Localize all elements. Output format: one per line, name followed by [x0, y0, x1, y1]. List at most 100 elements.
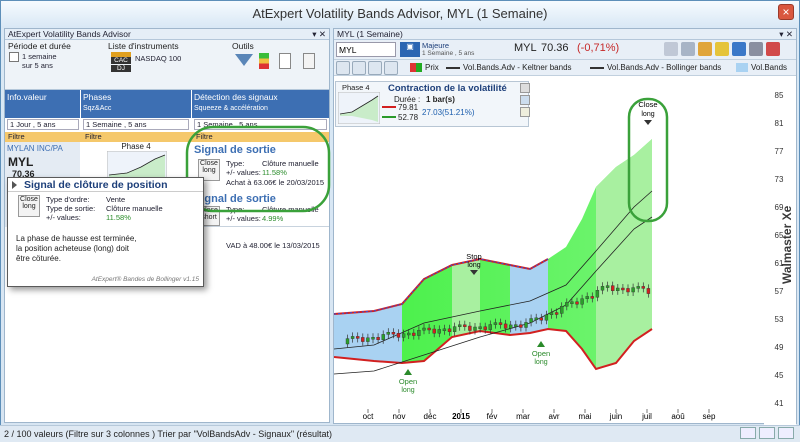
stop-annotation-2: long — [467, 262, 480, 269]
watermark: Walmaster Xe — [780, 205, 794, 284]
candle — [605, 285, 610, 288]
legend-bar: Prix Vol.Bands.Adv - Keltner bands Vol.B… — [334, 60, 796, 76]
legend-keltner[interactable]: Vol.Bands.Adv - Keltner bands — [463, 63, 572, 72]
bell-icon[interactable] — [715, 42, 729, 56]
x-tick-label: sep — [703, 412, 716, 421]
candle — [447, 328, 452, 332]
tooltip-text-2: la position acheteuse (long) doit — [16, 244, 129, 253]
panel-pin-icon[interactable]: ▾ ✕ — [312, 29, 326, 40]
symbol-input[interactable] — [336, 42, 396, 57]
candle — [478, 326, 482, 329]
candle — [554, 312, 559, 315]
chart-panel: MYL (1 Semaine) ▾ ✕ ▣ Majeure 1 Semaine … — [333, 28, 797, 425]
status-grid-icon[interactable] — [740, 427, 756, 439]
filter-icon[interactable] — [235, 54, 253, 66]
tooltip-values-label: +/- values: — [46, 213, 81, 222]
col-info-select[interactable]: 1 Jour , 5 ans — [7, 119, 79, 130]
info-box-chart-icon[interactable] — [520, 95, 530, 105]
legend-vol[interactable]: Vol.Bands — [751, 63, 787, 72]
tag-cac[interactable]: CAC — [111, 57, 131, 64]
open-b-annotation-2: long — [534, 359, 547, 366]
filter-label-2[interactable]: Filtre — [85, 132, 102, 141]
status-list-icon[interactable] — [759, 427, 775, 439]
y-tick-label: 73 — [774, 175, 784, 184]
candle — [488, 324, 493, 330]
keltner-legend-icon — [446, 67, 460, 69]
advisor-toolbar: Période et durée 1 semaine sur 5 ans Lis… — [5, 40, 329, 90]
info-green-line-icon — [382, 116, 396, 118]
index-flag-icon[interactable]: ▣ — [400, 42, 420, 57]
price-chart[interactable]: Close long Stop long Open long Open long… — [334, 79, 764, 425]
candle — [396, 332, 401, 338]
bollinger-legend-icon — [590, 67, 604, 69]
tooltip-values-value: 11.58% — [106, 213, 131, 222]
pencil-icon[interactable] — [698, 42, 712, 56]
zoom-tool-icon[interactable] — [368, 61, 382, 75]
chart-pin-icon[interactable]: ▾ ✕ — [779, 29, 793, 40]
wrench-icon[interactable] — [681, 42, 695, 56]
export-icon[interactable] — [279, 53, 291, 69]
col-phases-title: Phases — [83, 92, 112, 102]
period-line-1[interactable]: 1 semaine — [22, 52, 57, 61]
candle — [580, 298, 584, 305]
candle — [463, 324, 467, 327]
window-close-button[interactable]: × — [778, 4, 794, 20]
sort-icon[interactable] — [259, 53, 269, 69]
legend-bollinger[interactable]: Vol.Bands.Adv - Bollinger bands — [607, 63, 721, 72]
window-title: AtExpert Volatility Bands Advisor, MYL (… — [252, 6, 548, 21]
settings-icon[interactable] — [303, 53, 315, 69]
period-line-2[interactable]: sur 5 ans — [22, 61, 53, 70]
filter-label-1[interactable]: Filtre — [8, 132, 25, 141]
candle — [631, 287, 635, 293]
instrument-tags: CAC DJ — [111, 52, 131, 74]
col-signals-title: Détection des signaux — [194, 92, 278, 102]
col-phases-select[interactable]: 1 Semaine , 5 ans — [83, 119, 189, 130]
candle — [361, 337, 365, 342]
hammer-icon[interactable] — [664, 42, 678, 56]
advisor-panel-title: AtExpert Volatility Bands Advisor — [8, 29, 131, 39]
vol-legend-icon — [736, 63, 748, 72]
tooltip-order-label: Type d'ordre: — [46, 195, 90, 204]
status-settings-icon[interactable] — [778, 427, 794, 439]
open-marker-a-icon — [404, 369, 412, 375]
candle — [636, 286, 640, 289]
tag-dj[interactable]: DJ — [111, 65, 131, 72]
info-box-close-icon[interactable] — [520, 83, 530, 93]
candle — [539, 317, 544, 321]
y-tick-label: 45 — [774, 371, 784, 380]
quote-price: 70.36 — [541, 42, 569, 54]
open-a-annotation-2: long — [401, 387, 414, 394]
x-tick-label: aoû — [671, 412, 684, 421]
candle — [350, 336, 355, 339]
close-chart-icon[interactable] — [766, 42, 780, 56]
info-box-settings-icon[interactable] — [520, 107, 530, 117]
instruments-value[interactable]: NASDAQ 100 — [135, 54, 181, 63]
col-phases-header[interactable]: Phases Sqz&Acc — [81, 90, 191, 118]
col-signals-header[interactable]: Détection des signaux Squeeze & accéléra… — [192, 90, 329, 118]
line-tool-icon[interactable] — [336, 61, 350, 75]
index-label-1[interactable]: Majeure — [422, 41, 449, 50]
x-tick-label: fév — [487, 412, 498, 421]
lock-icon[interactable] — [749, 42, 763, 56]
close-annotation-2: long — [641, 111, 654, 118]
candle — [595, 289, 600, 298]
col-info-header[interactable]: Info.valeur — [5, 90, 80, 118]
info-v3: 27.03(51.21%) — [422, 108, 475, 117]
phase-label: Phase 4 — [121, 142, 151, 151]
x-tick-label: nov — [393, 412, 406, 421]
candle — [457, 324, 462, 327]
x-tick-label: avr — [548, 412, 559, 421]
index-label-2[interactable]: 1 Semaine , 5 ans — [422, 50, 474, 57]
phase-info-box: Phase 4 Contraction de la volatilité Dur… — [335, 81, 529, 127]
candle — [549, 312, 554, 315]
signal-tooltip: Signal de clôture de position Close long… — [7, 177, 204, 287]
legend-prix[interactable]: Prix — [425, 63, 439, 72]
candle — [371, 337, 375, 340]
cursor-tool-icon[interactable] — [384, 61, 398, 75]
trend-tool-icon[interactable] — [352, 61, 366, 75]
candle — [381, 334, 385, 340]
candle — [616, 287, 620, 291]
candle — [570, 301, 574, 304]
tooltip-close-badge: Close long — [18, 195, 40, 217]
flag-icon[interactable] — [732, 42, 746, 56]
